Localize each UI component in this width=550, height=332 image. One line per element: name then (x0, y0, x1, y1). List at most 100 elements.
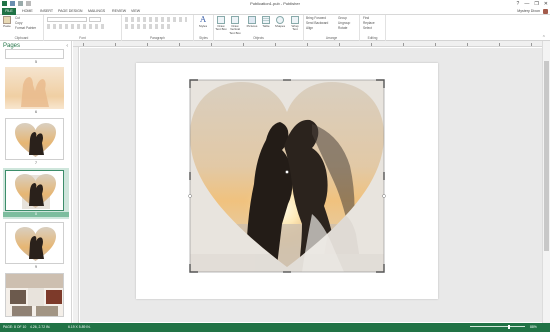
pages-pane: Pages ‹ 5 6 7 8 9 (0, 41, 72, 323)
paragraph-group-label: Paragraph (150, 36, 165, 40)
page-thumbnail-6[interactable]: 6 (3, 67, 66, 115)
resize-handle[interactable] (382, 194, 386, 198)
find-button[interactable]: Find (363, 16, 369, 20)
ribbon-tabs: FILE HOME INSERT PAGE DESIGN MAILINGS RE… (0, 8, 550, 15)
scrollbar-thumb[interactable] (544, 61, 549, 251)
horizontal-ruler[interactable] (73, 41, 550, 47)
font-size-select[interactable] (89, 17, 101, 22)
avatar[interactable] (543, 9, 548, 14)
pictures-label: Pictures (246, 24, 258, 28)
cursor-position: 4.26, 2.72 IN. (30, 325, 51, 329)
page-thumb-image (5, 49, 64, 59)
pictures-button[interactable]: Pictures (246, 16, 258, 28)
page-thumb-image (5, 222, 64, 264)
arrange-group: Bring Forward Send Backward Align Group … (304, 15, 360, 41)
tab-insert[interactable]: INSERT (40, 8, 53, 15)
styles-icon: A (200, 15, 206, 24)
wrap-text-label: Wrap Text (291, 24, 299, 32)
object-size: 6.19 X 5.89 IN. (68, 325, 91, 329)
page-thumbnail-8[interactable]: 8 (3, 168, 69, 219)
restore-icon[interactable]: ❐ (534, 1, 538, 7)
tab-view[interactable]: VIEW (131, 8, 140, 15)
objects-group: Draw Text Box Draw Vertical Text Box Pic… (214, 15, 304, 41)
select-button[interactable]: Select (363, 26, 372, 30)
resize-handle[interactable] (188, 194, 192, 198)
zoom-slider-thumb[interactable] (508, 324, 510, 329)
paste-label: Paste (3, 24, 11, 28)
shapes-icon (276, 16, 284, 24)
picture-icon (248, 16, 256, 24)
tab-home[interactable]: HOME (22, 8, 33, 15)
page-number: 6 (35, 110, 37, 114)
user-name[interactable]: Mystery Dixon (517, 8, 540, 15)
vertical-scrollbar[interactable] (542, 41, 550, 323)
close-icon[interactable]: ✕ (544, 1, 548, 7)
font-group-label: Font (79, 36, 86, 40)
page-number: 5 (35, 60, 37, 64)
rotate-button[interactable]: Rotate (338, 26, 347, 30)
photo-collage-icon (6, 274, 63, 316)
resize-handle[interactable] (285, 170, 289, 174)
objects-group-label: Objects (253, 36, 264, 40)
tab-mailings[interactable]: MAILINGS (88, 8, 105, 15)
undo-icon[interactable] (18, 1, 23, 6)
paragraph-format-buttons[interactable] (125, 17, 187, 22)
page-thumbnail-10[interactable] (3, 273, 66, 323)
collapse-pane-icon[interactable]: ‹ (66, 43, 68, 49)
shapes-label: Shapes (274, 24, 286, 28)
bring-forward-button[interactable]: Bring Forward (306, 16, 326, 20)
send-backward-button[interactable]: Send Backward (306, 21, 328, 25)
tab-file[interactable]: FILE (2, 8, 16, 15)
window-controls: ? — ❐ ✕ (517, 1, 548, 7)
page-thumb-image (5, 118, 64, 160)
cut-button[interactable]: Cut (15, 16, 20, 20)
clipboard-group: Paste Cut Copy Format Painter Clipboard (0, 15, 44, 41)
help-icon[interactable]: ? (517, 1, 520, 7)
align-button[interactable]: Align (306, 26, 313, 30)
minimize-icon[interactable]: — (524, 1, 529, 7)
page-thumb-image (5, 170, 64, 211)
vertical-text-box-icon (231, 16, 239, 24)
group-button[interactable]: Group (338, 16, 347, 20)
alignment-buttons[interactable] (125, 24, 173, 29)
paragraph-group: Paragraph (122, 15, 194, 41)
styles-group-label: Styles (199, 36, 208, 40)
page-thumbnail-5[interactable]: 5 (3, 49, 66, 65)
text-box-icon (217, 16, 225, 24)
table-label: Table (262, 24, 270, 28)
font-format-buttons[interactable] (47, 24, 107, 29)
page-indicator[interactable]: PAGE: 8 OF 10 (3, 323, 26, 332)
redo-icon[interactable] (26, 1, 31, 6)
zoom-slider[interactable] (470, 326, 525, 327)
copy-button[interactable]: Copy (15, 21, 22, 25)
editing-group: Find Replace Select Editing (360, 15, 386, 41)
table-button[interactable]: Table (260, 16, 272, 28)
tab-page-design[interactable]: PAGE DESIGN (58, 8, 83, 15)
save-icon[interactable] (10, 1, 15, 6)
paste-icon (3, 16, 11, 24)
clipboard-group-label: Clipboard (14, 36, 29, 40)
heart-photo-icon (15, 227, 56, 261)
page-thumbnail-7[interactable]: 7 (3, 118, 66, 166)
wrap-text-button[interactable]: Wrap Text (289, 16, 301, 32)
arrange-group-label: Arrange (325, 36, 338, 40)
table-icon (262, 16, 270, 24)
font-group: Font (44, 15, 122, 41)
heart-picture[interactable] (184, 74, 390, 279)
tab-review[interactable]: REVIEW (112, 8, 126, 15)
draw-text-box-label: Draw Text Box (215, 24, 227, 32)
page-thumb-image (5, 67, 64, 109)
styles-button[interactable]: A Styles (197, 16, 209, 28)
vertical-ruler[interactable] (73, 47, 79, 323)
replace-button[interactable]: Replace (363, 21, 375, 25)
font-name-select[interactable] (47, 17, 87, 22)
paste-button[interactable]: Paste (1, 16, 13, 28)
draw-text-box-button[interactable]: Draw Text Box (215, 16, 227, 32)
heart-photo-icon (15, 174, 56, 209)
page-thumbnail-9[interactable]: 9 (3, 222, 66, 270)
ungroup-button[interactable]: Ungroup (338, 21, 350, 25)
shapes-button[interactable]: Shapes (274, 16, 286, 28)
draw-vertical-text-box-button[interactable]: Draw Vertical Text Box (229, 16, 241, 35)
zoom-level[interactable]: 88% (530, 323, 537, 332)
format-painter-button[interactable]: Format Painter (15, 26, 36, 30)
